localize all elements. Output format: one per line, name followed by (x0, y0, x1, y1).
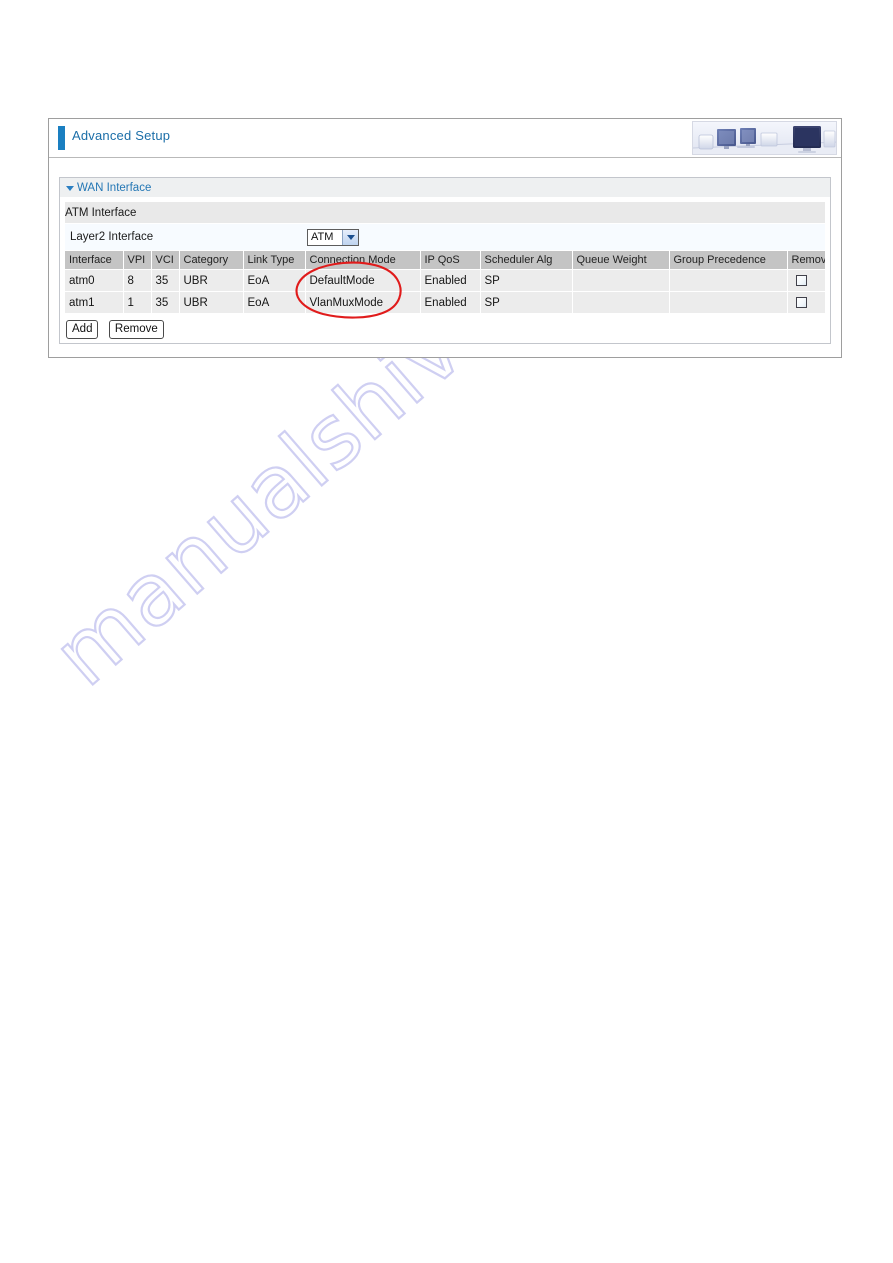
page-title: Advanced Setup (72, 128, 171, 143)
column-header-queue-weight: Queue Weight (572, 250, 670, 270)
layer2-interface-select-cell: ATM (305, 223, 826, 251)
column-header-vpi: VPI (123, 250, 152, 270)
cell-vci: 35 (151, 269, 180, 292)
cell-category: UBR (179, 269, 244, 292)
column-header-connection-mode: Connection Mode (305, 250, 421, 270)
table-row: atm0 8 35 UBR EoA DefaultMode Enabled SP (65, 269, 826, 292)
triangle-down-icon[interactable] (66, 186, 74, 191)
column-header-category: Category (179, 250, 244, 270)
atm-interface-section-label: ATM Interface (65, 202, 826, 224)
module-body: ATM Interface Layer2 Interface ATM Inter… (60, 198, 830, 347)
remove-checkbox[interactable] (795, 274, 807, 286)
column-header-remove: Remove (787, 250, 826, 270)
cell-interface: atm0 (65, 269, 124, 292)
atm-interface-section-row: ATM Interface (65, 202, 826, 224)
cell-group-precedence (669, 291, 788, 314)
cell-interface: atm1 (65, 291, 124, 314)
cell-queue-weight (572, 291, 670, 314)
cell-link-type: EoA (243, 269, 306, 292)
layer2-interface-select[interactable]: ATM (307, 228, 359, 246)
action-button-bar: Add Remove (65, 319, 825, 341)
column-header-ip-qos: IP QoS (420, 250, 481, 270)
layer2-interface-label: Layer2 Interface (65, 223, 305, 251)
wan-interface-module: WAN Interface ATM Interface Layer2 Inter… (59, 177, 831, 344)
router-admin-page: Advanced Setup WAN Interface ATM Interfa… (48, 118, 842, 358)
header-accent-bar (58, 126, 65, 150)
remove-button[interactable]: Remove (108, 320, 164, 339)
cell-vpi: 1 (123, 291, 152, 314)
cell-ip-qos: Enabled (420, 269, 481, 292)
page-header: Advanced Setup (49, 119, 841, 158)
table-row: atm1 1 35 UBR EoA VlanMuxMode Enabled SP (65, 291, 826, 314)
layer2-interface-select-value: ATM (311, 230, 334, 243)
layer2-interface-row: Layer2 Interface ATM (65, 223, 826, 251)
remove-checkbox[interactable] (795, 296, 807, 308)
cell-scheduler-alg: SP (480, 269, 573, 292)
cell-connection-mode: DefaultMode (305, 269, 421, 292)
cell-queue-weight (572, 269, 670, 292)
cell-remove (787, 291, 826, 314)
office-computers-banner-image (692, 121, 837, 155)
column-header-vci: VCI (151, 250, 180, 270)
column-header-interface: Interface (65, 250, 124, 270)
cell-group-precedence (669, 269, 788, 292)
page-watermark: manualshive.com (0, 300, 893, 1000)
column-header-link-type: Link Type (243, 250, 306, 270)
add-button[interactable]: Add (66, 320, 99, 339)
cell-category: UBR (179, 291, 244, 314)
cell-vci: 35 (151, 291, 180, 314)
cell-connection-mode: VlanMuxMode (305, 291, 421, 314)
cell-remove (787, 269, 826, 292)
cell-scheduler-alg: SP (480, 291, 573, 314)
atm-interface-table: ATM Interface Layer2 Interface ATM Inter… (65, 202, 826, 314)
cell-ip-qos: Enabled (420, 291, 481, 314)
module-title-label: WAN Interface (77, 181, 152, 194)
table-header-row: Interface VPI VCI Category Link Type Con… (65, 250, 826, 270)
cell-link-type: EoA (243, 291, 306, 314)
column-header-scheduler-alg: Scheduler Alg (480, 250, 573, 270)
column-header-group-precedence: Group Precedence (669, 250, 788, 270)
cell-vpi: 8 (123, 269, 152, 292)
module-title-bar[interactable]: WAN Interface (60, 178, 830, 198)
chevron-down-icon[interactable] (342, 229, 358, 245)
watermark-text: manualshive.com (34, 300, 687, 707)
